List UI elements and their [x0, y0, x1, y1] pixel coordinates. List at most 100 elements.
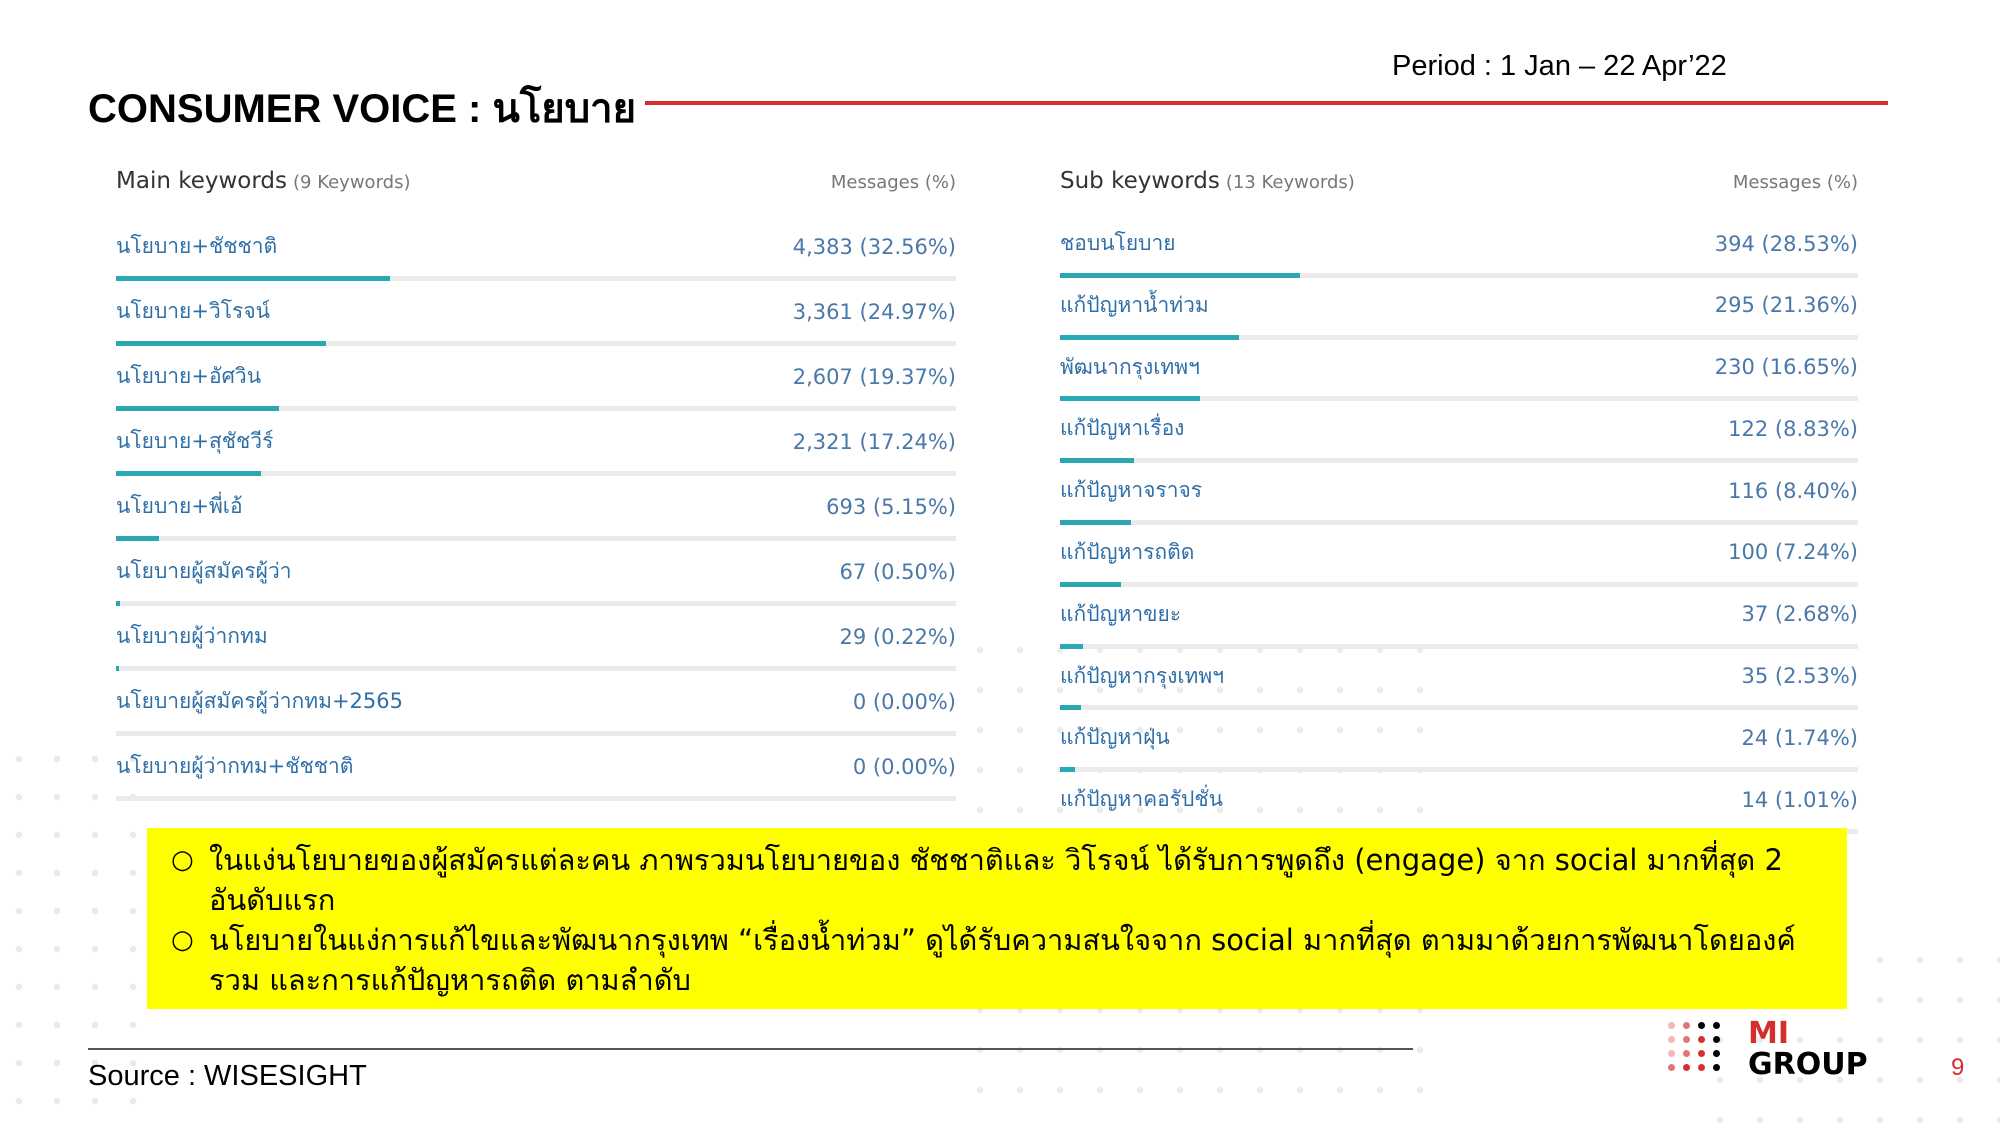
- keyword-row[interactable]: ชอบนโยบาย 394 (28.53%): [1060, 216, 1858, 278]
- logo-dot: [1698, 1036, 1705, 1043]
- keyword-row[interactable]: นโยบาย+วิโรจน์ 3,361 (24.97%): [116, 281, 956, 346]
- period-label: Period : 1 Jan – 22 Apr’22: [1392, 50, 1727, 82]
- sub-keywords-panel: Sub keywords (13 Keywords) Messages (%) ช…: [1060, 168, 1858, 834]
- keyword-value: 2,321 (17.24%): [792, 429, 956, 454]
- logo-dot: [1713, 1022, 1720, 1029]
- keyword-value: 14 (1.01%): [1741, 787, 1859, 812]
- keyword-value: 67 (0.50%): [839, 559, 957, 584]
- keyword-row[interactable]: แก้ปัญหารถติด 100 (7.24%): [1060, 525, 1858, 587]
- footer-divider: [88, 1048, 1413, 1050]
- keyword-label: นโยบาย+วิโรจน์: [116, 299, 270, 323]
- logo-group: GROUP: [1748, 1047, 1868, 1082]
- keyword-value: 100 (7.24%): [1728, 540, 1858, 565]
- logo-dot: [1698, 1050, 1705, 1057]
- keyword-value: 122 (8.83%): [1728, 416, 1858, 441]
- keyword-label: แก้ปัญหาคอรัปชั่น: [1060, 787, 1223, 812]
- main-keywords-list: นโยบาย+ชัชชาติ 4,383 (32.56%) นโยบาย+วิโร…: [116, 216, 956, 801]
- keyword-label: แก้ปัญหารถติด: [1060, 539, 1195, 564]
- keyword-row[interactable]: นโยบายผู้สมัครผู้ว่า 67 (0.50%): [116, 541, 956, 606]
- logo-dot: [1668, 1064, 1675, 1071]
- logo-mi: MI: [1748, 1016, 1790, 1051]
- logo-dot: [1698, 1064, 1705, 1071]
- logo-dot: [1668, 1022, 1675, 1029]
- keyword-row[interactable]: แก้ปัญหากรุงเทพฯ 35 (2.53%): [1060, 649, 1858, 711]
- sub-keywords-list: ชอบนโยบาย 394 (28.53%) แก้ปัญหาน้ำท่วม 295…: [1060, 216, 1858, 834]
- sub-keywords-count: (13 Keywords): [1225, 172, 1355, 193]
- keyword-row[interactable]: นโยบายผู้ว่ากทม+ชัชชาติ 0 (0.00%): [116, 736, 956, 801]
- logo-dot: [1683, 1050, 1690, 1057]
- main-keywords-count: (9 Keywords): [293, 172, 411, 193]
- keyword-value: 4,383 (32.56%): [792, 234, 956, 259]
- keyword-label: ชอบนโยบาย: [1060, 231, 1176, 255]
- logo-dot: [1698, 1022, 1705, 1029]
- logo-dot: [1713, 1050, 1720, 1057]
- sub-keywords-header: Sub keywords (13 Keywords) Messages (%): [1060, 168, 1858, 208]
- mi-group-logo: MI GROUP: [1668, 1018, 1898, 1080]
- main-keywords-column-header: Messages (%): [830, 172, 956, 193]
- keyword-row[interactable]: แก้ปัญหาคอรัปชั่น 14 (1.01%): [1060, 772, 1858, 834]
- keyword-row[interactable]: แก้ปัญหาขยะ 37 (2.68%): [1060, 587, 1858, 649]
- logo-dot: [1713, 1036, 1720, 1043]
- keyword-label: แก้ปัญหากรุงเทพฯ: [1060, 663, 1225, 688]
- keyword-row[interactable]: แก้ปัญหาน้ำท่วม 295 (21.36%): [1060, 278, 1858, 340]
- keyword-label: แก้ปัญหาฝุ่น: [1060, 725, 1170, 750]
- insight-item: นโยบายในแง่การแก้ไขและพัฒนากรุงเทพ “เรื่…: [171, 920, 1823, 1000]
- sub-keywords-title: Sub keywords: [1060, 168, 1220, 194]
- keyword-label: แก้ปัญหาขยะ: [1060, 601, 1182, 626]
- keyword-label: แก้ปัญหาเรื่อง: [1060, 416, 1185, 441]
- logo-dot: [1683, 1064, 1690, 1071]
- insight-list: ในแง่นโยบายของผู้สมัครแต่ละคน ภาพรวมนโยบ…: [171, 840, 1823, 1000]
- keyword-label: แก้ปัญหาจราจร: [1060, 478, 1203, 503]
- source-label: Source : WISESIGHT: [88, 1060, 367, 1092]
- keyword-value: 295 (21.36%): [1714, 293, 1858, 318]
- keyword-value: 0 (0.00%): [852, 689, 956, 714]
- keyword-label: พัฒนากรุงเทพฯ: [1060, 354, 1200, 379]
- keyword-row[interactable]: แก้ปัญหาจราจร 116 (8.40%): [1060, 463, 1858, 525]
- logo-dot: [1713, 1064, 1720, 1071]
- keyword-label: แก้ปัญหาน้ำท่วม: [1060, 292, 1209, 317]
- keyword-row[interactable]: พัฒนากรุงเทพฯ 230 (16.65%): [1060, 340, 1858, 402]
- sub-keywords-column-header: Messages (%): [1732, 172, 1858, 193]
- page-title: CONSUMER VOICE : นโยบาย: [88, 87, 637, 131]
- keyword-label: นโยบายผู้สมัครผู้ว่า: [116, 559, 292, 583]
- insight-box: ในแง่นโยบายของผู้สมัครแต่ละคน ภาพรวมนโยบ…: [147, 828, 1847, 1009]
- keyword-value: 3,361 (24.97%): [792, 299, 956, 324]
- keyword-row[interactable]: นโยบาย+สุชัชวีร์ 2,321 (17.24%): [116, 411, 956, 476]
- keyword-value: 37 (2.68%): [1741, 602, 1859, 627]
- logo-dot: [1683, 1022, 1690, 1029]
- keyword-label: นโยบายผู้ว่ากทม+ชัชชาติ: [116, 754, 354, 778]
- keyword-value: 693 (5.15%): [826, 494, 956, 519]
- keyword-row[interactable]: แก้ปัญหาเรื่อง 122 (8.83%): [1060, 401, 1858, 464]
- logo-dot: [1668, 1036, 1675, 1043]
- logo-text: MI GROUP: [1748, 1018, 1868, 1080]
- page-number: 9: [1951, 1054, 1965, 1081]
- keyword-label: นโยบาย+ชัชชาติ: [116, 234, 278, 258]
- keyword-value: 230 (16.65%): [1714, 355, 1858, 380]
- keyword-label: นโยบาย+พี่เอ้: [116, 494, 243, 518]
- main-keywords-title: Main keywords: [116, 168, 287, 194]
- keyword-label: นโยบายผู้ว่ากทม: [116, 624, 268, 648]
- keyword-value: 24 (1.74%): [1741, 725, 1859, 750]
- keyword-value: 394 (28.53%): [1714, 231, 1858, 256]
- keyword-row[interactable]: นโยบายผู้ว่ากทม 29 (0.22%): [116, 606, 956, 671]
- title-underline: [645, 101, 1888, 105]
- keyword-label: นโยบายผู้สมัครผู้ว่ากทม+2565: [116, 689, 403, 713]
- keyword-value: 116 (8.40%): [1728, 478, 1858, 503]
- keyword-row[interactable]: นโยบาย+อัศวิน 2,607 (19.37%): [116, 346, 956, 411]
- main-keywords-header: Main keywords (9 Keywords) Messages (%): [116, 168, 956, 208]
- insight-item: ในแง่นโยบายของผู้สมัครแต่ละคน ภาพรวมนโยบ…: [171, 840, 1823, 920]
- keyword-value: 29 (0.22%): [839, 624, 957, 649]
- keyword-row[interactable]: นโยบายผู้สมัครผู้ว่ากทม+2565 0 (0.00%): [116, 671, 956, 736]
- main-keywords-panel: Main keywords (9 Keywords) Messages (%) น…: [116, 168, 956, 801]
- keyword-value: 2,607 (19.37%): [792, 364, 956, 389]
- keyword-value: 35 (2.53%): [1741, 664, 1859, 689]
- logo-dot: [1668, 1050, 1675, 1057]
- keyword-row[interactable]: นโยบาย+ชัชชาติ 4,383 (32.56%): [116, 216, 956, 281]
- keyword-row[interactable]: นโยบาย+พี่เอ้ 693 (5.15%): [116, 476, 956, 541]
- logo-dots-icon: [1668, 1022, 1728, 1078]
- keyword-row[interactable]: แก้ปัญหาฝุ่น 24 (1.74%): [1060, 710, 1859, 773]
- logo-dot: [1683, 1036, 1690, 1043]
- keyword-label: นโยบาย+สุชัชวีร์: [116, 429, 274, 453]
- keyword-label: นโยบาย+อัศวิน: [116, 364, 262, 388]
- keyword-value: 0 (0.00%): [852, 754, 956, 779]
